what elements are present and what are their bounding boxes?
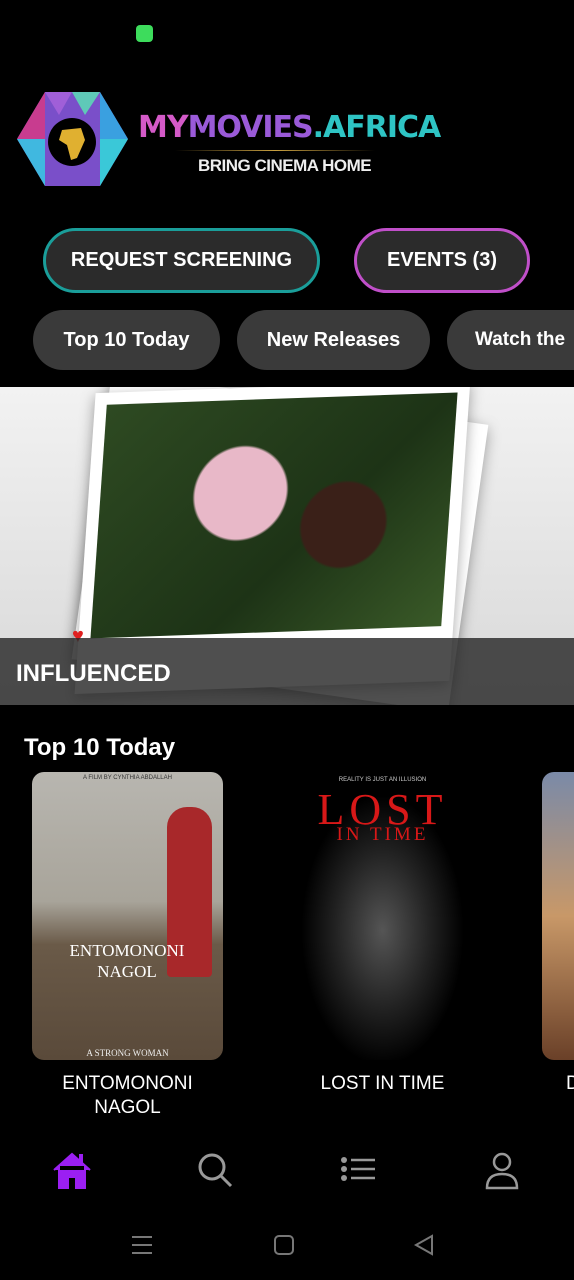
- home-square-icon[interactable]: [273, 1234, 295, 1256]
- list-icon[interactable]: [340, 1156, 376, 1186]
- item-title[interactable]: D: [542, 1072, 574, 1096]
- section-title: Top 10 Today: [24, 734, 176, 761]
- item-title[interactable]: LOST IN TIME: [287, 1072, 478, 1096]
- poster-credit: A FILM BY CYNTHIA ABDALLAH: [83, 775, 172, 781]
- poster-tagline: A STRONG WOMAN: [86, 1048, 169, 1058]
- chip-watch-the[interactable]: Watch the: [447, 310, 574, 370]
- poster-lost-in-time[interactable]: REALITY IS JUST AN ILLUSION LOST IN TIME: [287, 772, 478, 1060]
- hero-title-bar: INFLUENCED: [0, 638, 574, 705]
- recents-icon[interactable]: [131, 1234, 153, 1256]
- poster-subtitle-text: IN TIME: [336, 824, 429, 845]
- poster-third[interactable]: [542, 772, 574, 1060]
- hero-banner[interactable]: ♥ INFLUENCED: [0, 387, 574, 705]
- poster-entomononi-nagol[interactable]: A FILM BY CYNTHIA ABDALLAH ENTOMONONI NA…: [32, 772, 223, 1060]
- back-icon[interactable]: [413, 1234, 435, 1256]
- poster-credit: REALITY IS JUST AN ILLUSION: [338, 777, 427, 783]
- item-title[interactable]: ENTOMONONI NAGOL: [32, 1072, 223, 1120]
- system-nav: [0, 1220, 574, 1280]
- hero-title: INFLUENCED: [16, 660, 171, 687]
- home-icon[interactable]: [52, 1152, 92, 1190]
- messaging-app-icon: [136, 25, 153, 42]
- bottom-nav: [0, 1140, 574, 1200]
- poster-title-text: ENTOMONONI NAGOL: [69, 941, 185, 981]
- request-screening-button[interactable]: REQUEST SCREENING: [43, 228, 320, 293]
- logo-my: MY: [138, 110, 189, 145]
- logo-movies: MOVIES: [187, 110, 314, 145]
- app-logo: MYMOVIES.AFRICA BRING CINEMA HOME: [15, 90, 441, 190]
- profile-icon[interactable]: [484, 1152, 520, 1190]
- events-button[interactable]: EVENTS (3): [354, 228, 530, 293]
- logo-tagline: BRING CINEMA HOME: [198, 156, 372, 175]
- chip-top-10-today[interactable]: Top 10 Today: [33, 310, 220, 370]
- chip-new-releases[interactable]: New Releases: [237, 310, 430, 370]
- logo-africa: .AFRICA: [312, 110, 442, 145]
- logo-emblem-icon: [17, 92, 128, 186]
- search-icon[interactable]: [197, 1152, 235, 1190]
